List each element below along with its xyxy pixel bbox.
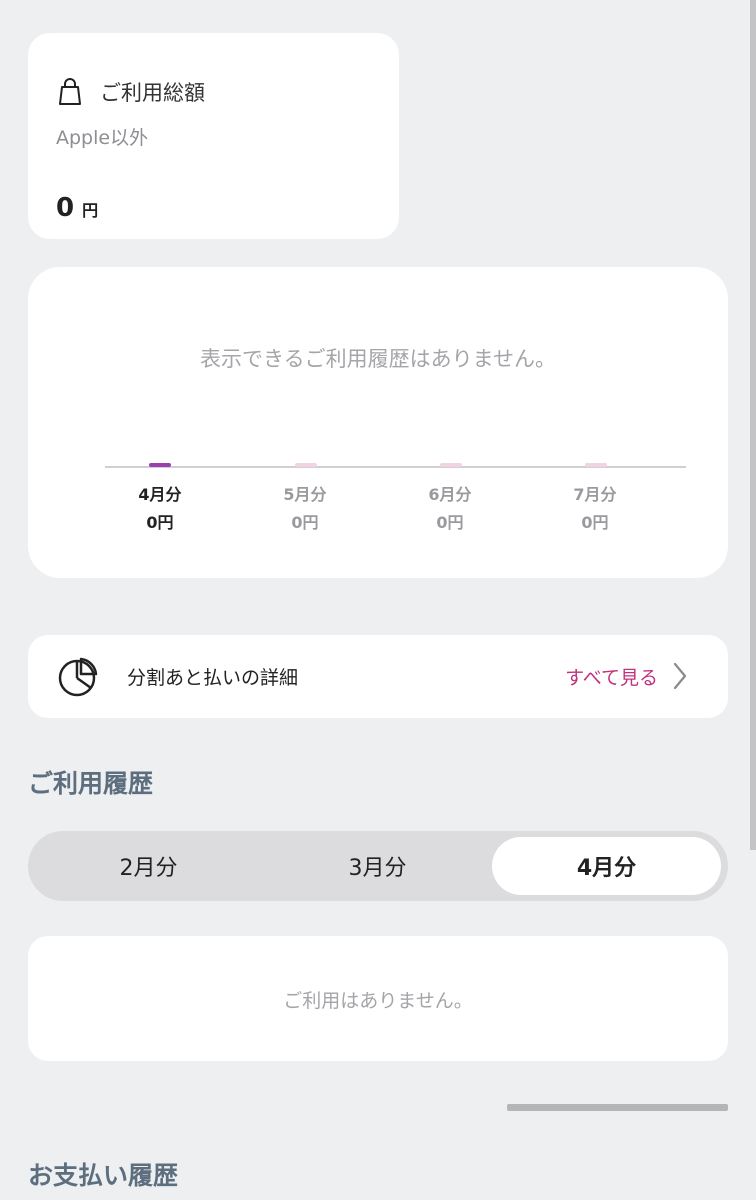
usage-history-empty-card: ご利用はありません。	[28, 936, 728, 1061]
chart-month-5[interactable]: 5月分 0円	[260, 481, 350, 537]
usage-total-value: 0	[56, 193, 75, 223]
month-segmented-control: 2月分 3月分 4月分	[28, 831, 728, 901]
chart-bar-7月分	[585, 463, 607, 467]
chart-month-amount: 0円	[291, 513, 319, 532]
usage-history-empty-message: ご利用はありません。	[283, 990, 473, 1012]
usage-history-title: ご利用履歴	[28, 769, 154, 798]
horizontal-scroll-indicator[interactable]	[507, 1104, 728, 1111]
chart-month-amount: 0円	[146, 513, 174, 532]
chart-bar-4月分	[149, 463, 171, 467]
installment-details-row[interactable]: 分割あと払いの詳細 すべて見る	[28, 635, 728, 718]
pie-chart-icon	[58, 657, 98, 701]
chart-month-label: 4月分	[138, 485, 182, 504]
chart-month-label: 7月分	[573, 485, 617, 504]
vertical-scrollbar[interactable]	[750, 0, 756, 850]
chart-month-label: 5月分	[283, 485, 327, 504]
installment-details-label: 分割あと払いの詳細	[127, 667, 299, 689]
usage-chart-card: 表示できるご利用履歴はありません。 4月分 0円 5月分 0円 6月分 0円 7…	[28, 267, 728, 578]
tab-feb[interactable]: 2月分	[34, 837, 263, 895]
usage-total-unit: 円	[82, 201, 99, 220]
tab-mar[interactable]: 3月分	[263, 837, 492, 895]
usage-total-card: ご利用総額 Apple以外 0 円	[28, 33, 399, 239]
chart-month-amount: 0円	[581, 513, 609, 532]
chart-bar-6月分	[440, 463, 462, 467]
chart-bar-5月分	[295, 463, 317, 467]
see-all-link[interactable]: すべて見る	[565, 663, 658, 690]
shopping-bag-icon	[58, 78, 82, 106]
chevron-right-icon[interactable]	[672, 661, 688, 695]
payment-history-title: お支払い履歴	[28, 1161, 179, 1190]
chart-month-amount: 0円	[436, 513, 464, 532]
tab-apr[interactable]: 4月分	[492, 837, 721, 895]
usage-total-title-row: ご利用総額	[58, 77, 205, 107]
chart-month-label: 6月分	[428, 485, 472, 504]
usage-total-title: ご利用総額	[100, 81, 205, 105]
usage-total-amount: 0 円	[56, 193, 98, 223]
chart-month-7[interactable]: 7月分 0円	[550, 481, 640, 537]
chart-month-6[interactable]: 6月分 0円	[405, 481, 495, 537]
usage-total-subtitle: Apple以外	[56, 127, 149, 149]
chart-month-4[interactable]: 4月分 0円	[115, 481, 205, 537]
